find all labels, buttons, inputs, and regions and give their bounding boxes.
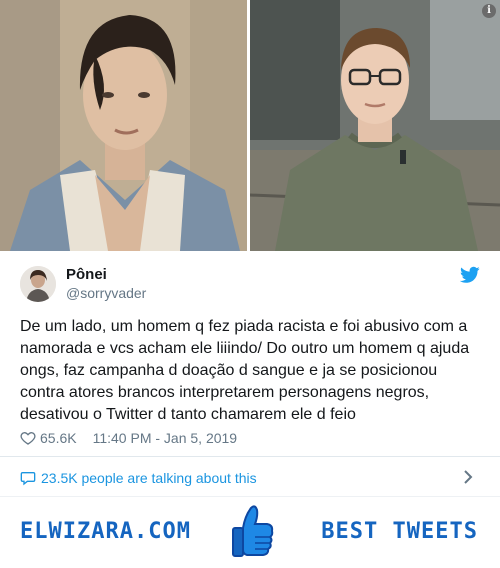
avatar-image xyxy=(20,266,56,302)
photo-right[interactable] xyxy=(247,0,500,251)
avatar[interactable] xyxy=(20,266,56,302)
speech-bubble-icon xyxy=(20,472,36,486)
talking-link[interactable]: 23.5K people are talking about this xyxy=(20,468,257,488)
tweet-header: Pônei @sorryvader xyxy=(20,264,480,304)
user-handle[interactable]: @sorryvader xyxy=(66,285,146,301)
like-count[interactable]: 65.6K xyxy=(40,430,77,446)
photo-right-image xyxy=(250,0,500,251)
tweet-text: De um lado, um homem q fez piada racista… xyxy=(20,318,470,423)
talking-text: 23.5K people are talking about this xyxy=(41,470,257,486)
brand-right[interactable]: BEST TWEETS xyxy=(321,519,478,544)
chevron-right-icon[interactable] xyxy=(462,469,474,485)
brand-left[interactable]: ELWIZARA.COM xyxy=(20,519,191,544)
heart-icon[interactable] xyxy=(20,430,36,446)
footer-banner: ELWIZARA.COM BEST TWEETS xyxy=(0,497,500,568)
tweet-media[interactable] xyxy=(0,0,500,251)
divider xyxy=(0,456,500,457)
photo-left[interactable] xyxy=(0,0,247,251)
photo-left-image xyxy=(0,0,247,251)
info-icon[interactable]: i xyxy=(482,4,496,18)
tweet-meta: 65.6K 11:40 PM - Jan 5, 2019 xyxy=(20,428,237,448)
twitter-bird-icon[interactable] xyxy=(460,266,480,284)
thumbs-up-icon xyxy=(232,505,274,557)
tweet-timestamp[interactable]: 11:40 PM - Jan 5, 2019 xyxy=(93,430,238,446)
user-name[interactable]: Pônei xyxy=(66,266,107,283)
